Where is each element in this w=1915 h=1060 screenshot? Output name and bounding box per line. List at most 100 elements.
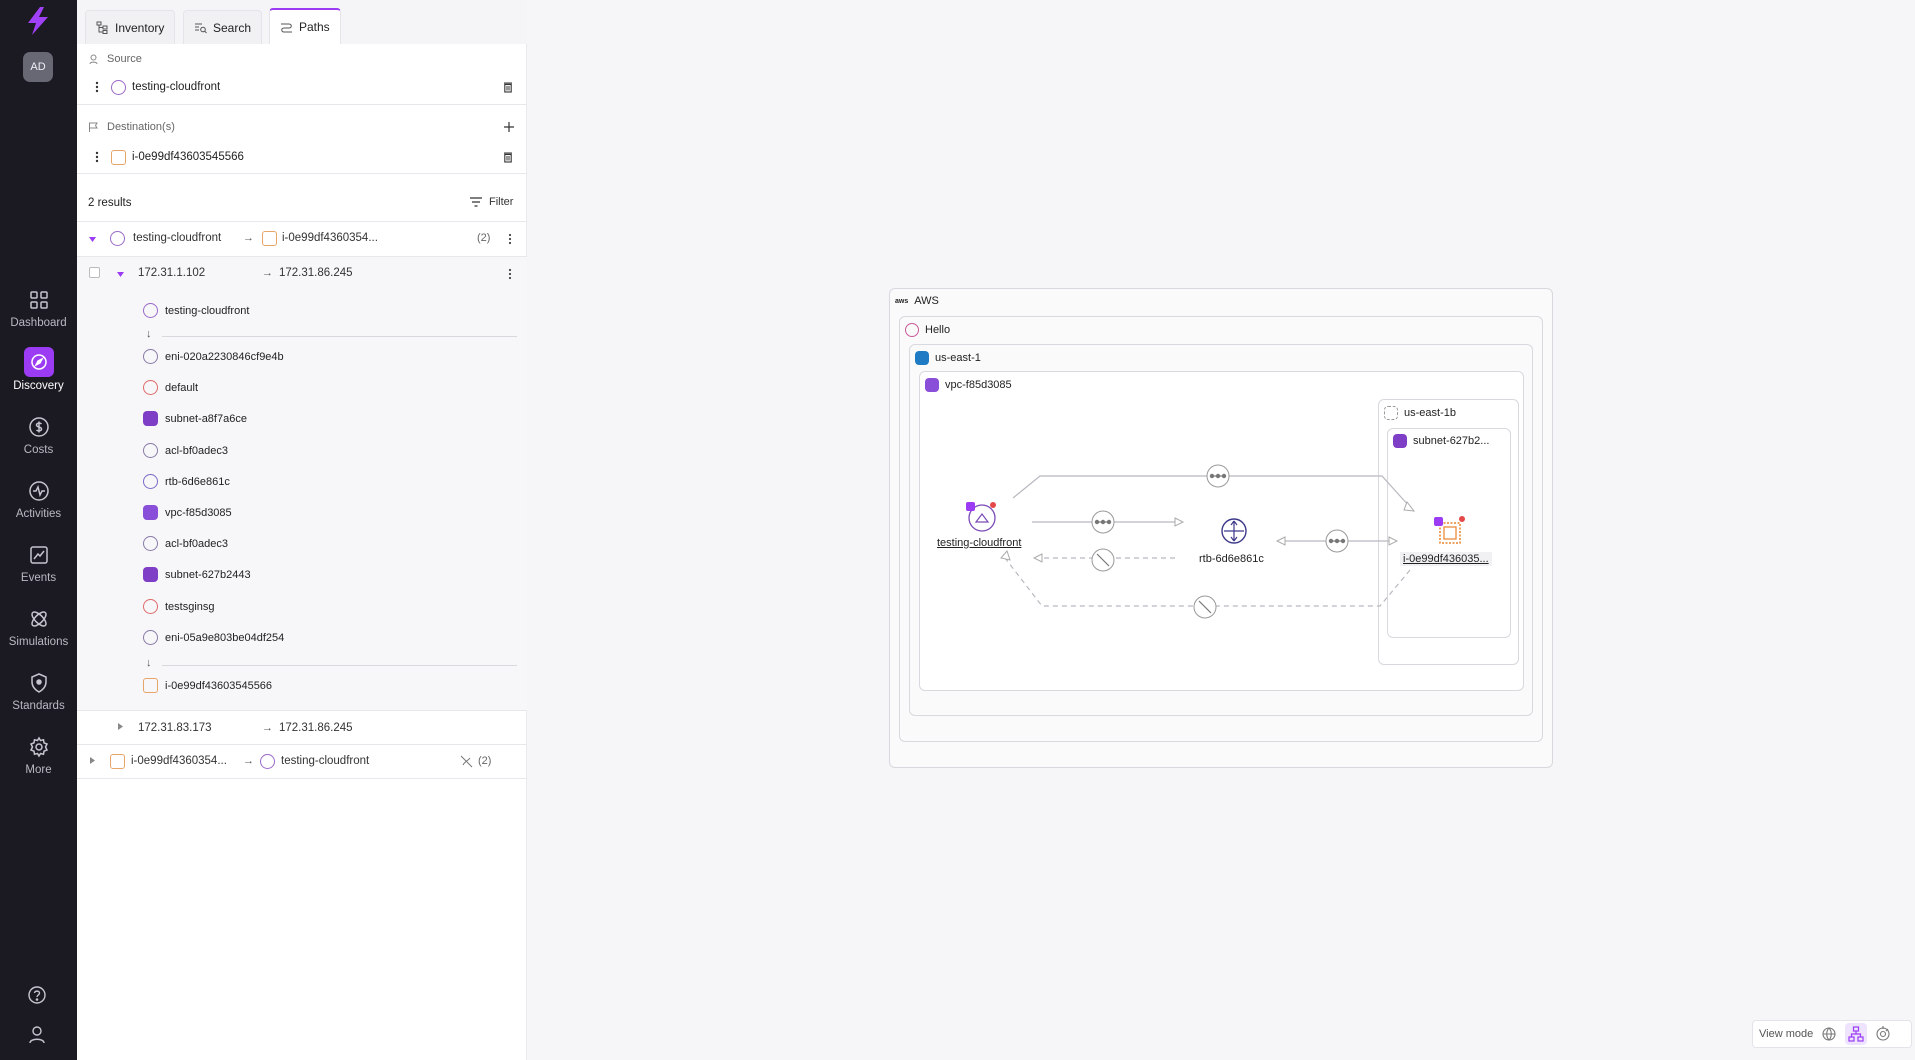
tab-inventory[interactable]: Inventory	[85, 10, 176, 44]
diagram-canvas[interactable]: aws AWS Hello us-east-1 vpc-f85d3085 us-…	[527, 0, 1915, 1060]
account-icon	[905, 323, 919, 337]
hop-label: default	[165, 381, 199, 394]
logo-icon[interactable]	[24, 6, 52, 36]
nav-label: Costs	[23, 444, 54, 456]
tab-paths[interactable]: Paths	[269, 8, 341, 44]
kebab-icon[interactable]	[95, 151, 99, 163]
trash-icon[interactable]	[502, 81, 514, 93]
arrow-right-icon: →	[262, 722, 273, 734]
hop-item[interactable]: subnet-627b2443	[143, 567, 251, 582]
hop-item[interactable]: testing-cloudfront	[143, 303, 249, 318]
trash-icon[interactable]	[502, 151, 514, 163]
destination-field[interactable]: i-0e99df43603545566	[111, 148, 411, 166]
az-label: us-east-1b	[1384, 406, 1456, 420]
chart-icon	[29, 546, 48, 564]
arrow-down-icon: ↓	[146, 328, 152, 340]
router-node-label[interactable]: rtb-6d6e861c	[1199, 553, 1264, 565]
nav-dashboard[interactable]: Dashboard	[0, 288, 77, 342]
hop-item[interactable]: eni-020a2230846cf9e4b	[143, 349, 284, 364]
vpc-icon	[925, 378, 939, 392]
flow-source-ip: 172.31.1.102	[138, 267, 206, 279]
flow-row[interactable]: 172.31.83.173 → 172.31.86.245	[77, 711, 527, 744]
chevron-right-icon[interactable]	[90, 757, 95, 764]
hop-item[interactable]: default	[143, 380, 198, 395]
hop-item[interactable]: eni-05a9e803be04df254	[143, 630, 284, 645]
nav-simulations[interactable]: Simulations	[0, 607, 77, 661]
cloudfront-icon	[111, 79, 126, 95]
nav-label: Activities	[15, 508, 62, 520]
flow-checkbox[interactable]	[89, 267, 100, 278]
user-icon[interactable]	[27, 1024, 47, 1044]
filter-label: Filter	[489, 196, 514, 208]
hop-item[interactable]: vpc-f85d3085	[143, 505, 232, 520]
ec2-instance-icon[interactable]	[1434, 515, 1466, 547]
destinations-title: Destination(s)	[107, 121, 175, 133]
results-count: 2 results	[88, 197, 132, 209]
security-group-icon	[143, 599, 158, 614]
route-icon	[281, 23, 292, 32]
nav-events[interactable]: Events	[0, 543, 77, 597]
nav-label: More	[25, 764, 52, 776]
hop-item[interactable]: acl-bf0adec3	[143, 536, 228, 551]
nav-activities[interactable]: Activities	[0, 479, 77, 533]
hop-item[interactable]: acl-bf0adec3	[143, 443, 228, 458]
vpc-label: vpc-f85d3085	[925, 378, 1012, 392]
tab-search[interactable]: Search	[183, 10, 263, 44]
kebab-icon[interactable]	[508, 268, 512, 280]
hop-label: testsginsg	[165, 600, 215, 613]
region-label: us-east-1	[915, 351, 981, 365]
blocked-icon	[460, 755, 473, 768]
target-view-icon[interactable]	[1875, 1026, 1891, 1042]
aws-icon: aws	[895, 297, 909, 305]
globe-icon[interactable]	[1821, 1026, 1837, 1042]
hop-label: vpc-f85d3085	[165, 506, 232, 519]
kebab-icon[interactable]	[95, 81, 99, 93]
nav-standards[interactable]: Standards	[0, 671, 77, 725]
nav-more[interactable]: More	[0, 735, 77, 789]
vpc-icon	[143, 505, 158, 520]
path-row[interactable]: i-0e99df4360354... → testing-cloudfront …	[77, 745, 527, 778]
nav-discovery[interactable]: Discovery	[0, 347, 77, 401]
arrow-right-icon: →	[243, 232, 254, 244]
path-source: testing-cloudfront	[133, 232, 222, 244]
cloudfront-icon	[143, 303, 158, 318]
nav-label: Simulations	[8, 636, 69, 648]
target-node-label[interactable]: i-0e99df436035...	[1400, 552, 1492, 566]
subnet-icon	[143, 567, 158, 582]
shield-icon	[30, 673, 47, 693]
cloudfront-icon	[260, 754, 275, 769]
path-target: testing-cloudfront	[281, 755, 370, 767]
compass-icon	[23, 347, 54, 377]
subnet-name: subnet-627b2...	[1413, 435, 1490, 447]
arrow-down-icon: ↓	[146, 657, 152, 669]
user-avatar[interactable]: AD	[23, 52, 53, 82]
cloudfront-icon	[966, 502, 996, 532]
hop-label: subnet-627b2443	[165, 568, 251, 581]
source-field[interactable]: testing-cloudfront	[111, 78, 411, 96]
acl-icon	[143, 443, 158, 458]
hop-item[interactable]: testsginsg	[143, 599, 215, 614]
add-destination-icon[interactable]	[504, 122, 514, 132]
flow-target-ip: 172.31.86.245	[279, 267, 353, 279]
vpc-name: vpc-f85d3085	[945, 379, 1012, 391]
path-row[interactable]: testing-cloudfront → i-0e99df4360354... …	[77, 222, 527, 256]
source-node-label[interactable]: testing-cloudfront	[934, 536, 1025, 550]
chevron-down-icon[interactable]	[117, 272, 124, 277]
route-table-icon[interactable]	[1219, 516, 1249, 546]
atom-icon	[30, 611, 47, 627]
hop-label: acl-bf0adec3	[165, 537, 228, 550]
filter-button[interactable]: Filter	[470, 196, 513, 208]
hop-item[interactable]: i-0e99df43603545566	[143, 678, 272, 693]
network-view-button[interactable]	[1845, 1023, 1868, 1045]
kebab-icon[interactable]	[508, 233, 512, 245]
chevron-down-icon[interactable]	[89, 237, 96, 242]
hop-item[interactable]: subnet-a8f7a6ce	[143, 411, 247, 426]
security-group-icon	[143, 380, 158, 395]
filter-icon	[470, 197, 482, 207]
hop-label: rtb-6d6e861c	[165, 475, 230, 488]
nav-costs[interactable]: Costs	[0, 415, 77, 469]
help-icon[interactable]	[27, 985, 47, 1005]
hop-item[interactable]: rtb-6d6e861c	[143, 474, 230, 489]
chevron-right-icon[interactable]	[118, 723, 123, 730]
tab-bar: Inventory Search Paths	[77, 0, 527, 44]
